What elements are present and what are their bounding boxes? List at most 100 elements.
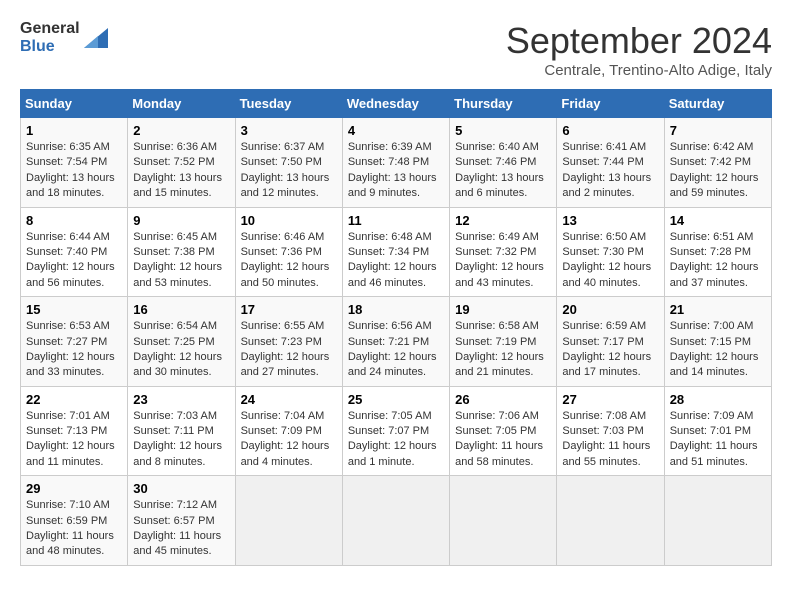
calendar-cell: 19 Sunrise: 6:58 AM Sunset: 7:19 PM Dayli… [450, 297, 557, 387]
day-detail: Sunrise: 6:49 AM Sunset: 7:32 PM Dayligh… [455, 230, 551, 292]
day-detail: Sunrise: 6:35 AM Sunset: 7:54 PM Dayligh… [26, 140, 122, 202]
day-detail: Sunrise: 6:37 AM Sunset: 7:50 PM Dayligh… [241, 140, 337, 202]
calendar-cell [664, 476, 771, 566]
day-detail: Sunrise: 7:08 AM Sunset: 7:03 PM Dayligh… [562, 409, 658, 471]
day-detail: Sunrise: 6:45 AM Sunset: 7:38 PM Dayligh… [133, 230, 229, 292]
page-header: General Blue September 2024 Centrale, Tr… [20, 20, 772, 79]
calendar-cell: 20 Sunrise: 6:59 AM Sunset: 7:17 PM Dayli… [557, 297, 664, 387]
calendar-cell [557, 476, 664, 566]
day-detail: Sunrise: 7:12 AM Sunset: 6:57 PM Dayligh… [133, 498, 229, 560]
day-number: 11 [348, 213, 444, 228]
day-number: 16 [133, 302, 229, 317]
day-number: 30 [133, 481, 229, 496]
day-number: 7 [670, 123, 766, 138]
day-detail: Sunrise: 7:03 AM Sunset: 7:11 PM Dayligh… [133, 409, 229, 471]
day-detail: Sunrise: 6:36 AM Sunset: 7:52 PM Dayligh… [133, 140, 229, 202]
calendar-cell: 23 Sunrise: 7:03 AM Sunset: 7:11 PM Dayli… [128, 386, 235, 476]
column-header-wednesday: Wednesday [342, 90, 449, 118]
day-number: 27 [562, 392, 658, 407]
day-number: 23 [133, 392, 229, 407]
calendar-cell: 22 Sunrise: 7:01 AM Sunset: 7:13 PM Dayli… [21, 386, 128, 476]
calendar-cell [235, 476, 342, 566]
title-area: September 2024 Centrale, Trentino-Alto A… [506, 20, 772, 79]
day-detail: Sunrise: 6:48 AM Sunset: 7:34 PM Dayligh… [348, 230, 444, 292]
calendar-cell: 16 Sunrise: 6:54 AM Sunset: 7:25 PM Dayli… [128, 297, 235, 387]
column-header-friday: Friday [557, 90, 664, 118]
calendar-cell: 17 Sunrise: 6:55 AM Sunset: 7:23 PM Dayli… [235, 297, 342, 387]
day-detail: Sunrise: 7:10 AM Sunset: 6:59 PM Dayligh… [26, 498, 122, 560]
calendar-cell: 9 Sunrise: 6:45 AM Sunset: 7:38 PM Daylig… [128, 207, 235, 297]
day-detail: Sunrise: 6:44 AM Sunset: 7:40 PM Dayligh… [26, 230, 122, 292]
calendar-cell [450, 476, 557, 566]
day-number: 19 [455, 302, 551, 317]
calendar-table: SundayMondayTuesdayWednesdayThursdayFrid… [20, 89, 772, 566]
calendar-cell: 6 Sunrise: 6:41 AM Sunset: 7:44 PM Daylig… [557, 118, 664, 208]
day-detail: Sunrise: 6:59 AM Sunset: 7:17 PM Dayligh… [562, 319, 658, 381]
calendar-cell: 11 Sunrise: 6:48 AM Sunset: 7:34 PM Dayli… [342, 207, 449, 297]
day-detail: Sunrise: 7:09 AM Sunset: 7:01 PM Dayligh… [670, 409, 766, 471]
calendar-cell: 27 Sunrise: 7:08 AM Sunset: 7:03 PM Dayli… [557, 386, 664, 476]
day-detail: Sunrise: 6:40 AM Sunset: 7:46 PM Dayligh… [455, 140, 551, 202]
day-number: 12 [455, 213, 551, 228]
day-number: 9 [133, 213, 229, 228]
day-detail: Sunrise: 6:58 AM Sunset: 7:19 PM Dayligh… [455, 319, 551, 381]
column-header-sunday: Sunday [21, 90, 128, 118]
day-number: 2 [133, 123, 229, 138]
day-detail: Sunrise: 6:53 AM Sunset: 7:27 PM Dayligh… [26, 319, 122, 381]
day-detail: Sunrise: 7:01 AM Sunset: 7:13 PM Dayligh… [26, 409, 122, 471]
calendar-cell: 5 Sunrise: 6:40 AM Sunset: 7:46 PM Daylig… [450, 118, 557, 208]
day-number: 10 [241, 213, 337, 228]
calendar-cell: 21Sunrise: 7:00 AM Sunset: 7:15 PM Dayli… [664, 297, 771, 387]
day-detail: Sunrise: 7:00 AM Sunset: 7:15 PM Dayligh… [670, 319, 766, 381]
day-number: 3 [241, 123, 337, 138]
day-number: 24 [241, 392, 337, 407]
day-number: 14 [670, 213, 766, 228]
day-number: 20 [562, 302, 658, 317]
column-header-saturday: Saturday [664, 90, 771, 118]
calendar-cell: 29 Sunrise: 7:10 AM Sunset: 6:59 PM Dayli… [21, 476, 128, 566]
calendar-cell: 14 Sunrise: 6:51 AM Sunset: 7:28 PM Dayli… [664, 207, 771, 297]
day-detail: Sunrise: 6:55 AM Sunset: 7:23 PM Dayligh… [241, 319, 337, 381]
day-number: 28 [670, 392, 766, 407]
calendar-cell: 10 Sunrise: 6:46 AM Sunset: 7:36 PM Dayli… [235, 207, 342, 297]
calendar-cell: 24Sunrise: 7:04 AM Sunset: 7:09 PM Dayli… [235, 386, 342, 476]
day-number: 8 [26, 213, 122, 228]
day-detail: Sunrise: 6:39 AM Sunset: 7:48 PM Dayligh… [348, 140, 444, 202]
calendar-cell: 1 Sunrise: 6:35 AM Sunset: 7:54 PM Daylig… [21, 118, 128, 208]
day-number: 29 [26, 481, 122, 496]
column-header-tuesday: Tuesday [235, 90, 342, 118]
logo: General Blue [20, 20, 108, 55]
day-number: 22 [26, 392, 122, 407]
calendar-cell: 4 Sunrise: 6:39 AM Sunset: 7:48 PM Daylig… [342, 118, 449, 208]
month-title: September 2024 [506, 20, 772, 62]
day-number: 5 [455, 123, 551, 138]
day-detail: Sunrise: 6:56 AM Sunset: 7:21 PM Dayligh… [348, 319, 444, 381]
day-detail: Sunrise: 6:54 AM Sunset: 7:25 PM Dayligh… [133, 319, 229, 381]
calendar-cell: 30 Sunrise: 7:12 AM Sunset: 6:57 PM Dayli… [128, 476, 235, 566]
day-number: 6 [562, 123, 658, 138]
calendar-cell: 28 Sunrise: 7:09 AM Sunset: 7:01 PM Dayli… [664, 386, 771, 476]
logo-text: General Blue [20, 20, 80, 55]
day-detail: Sunrise: 6:51 AM Sunset: 7:28 PM Dayligh… [670, 230, 766, 292]
calendar-cell: 7 Sunrise: 6:42 AM Sunset: 7:42 PM Daylig… [664, 118, 771, 208]
calendar-cell: 3 Sunrise: 6:37 AM Sunset: 7:50 PM Daylig… [235, 118, 342, 208]
logo-arrow-icon [84, 28, 108, 48]
day-detail: Sunrise: 7:06 AM Sunset: 7:05 PM Dayligh… [455, 409, 551, 471]
day-number: 17 [241, 302, 337, 317]
day-number: 25 [348, 392, 444, 407]
day-detail: Sunrise: 6:41 AM Sunset: 7:44 PM Dayligh… [562, 140, 658, 202]
day-number: 1 [26, 123, 122, 138]
day-number: 13 [562, 213, 658, 228]
calendar-cell [342, 476, 449, 566]
calendar-cell: 25 Sunrise: 7:05 AM Sunset: 7:07 PM Dayli… [342, 386, 449, 476]
day-number: 4 [348, 123, 444, 138]
calendar-cell: 12 Sunrise: 6:49 AM Sunset: 7:32 PM Dayli… [450, 207, 557, 297]
day-detail: Sunrise: 6:42 AM Sunset: 7:42 PM Dayligh… [670, 140, 766, 202]
calendar-cell: 26 Sunrise: 7:06 AM Sunset: 7:05 PM Dayli… [450, 386, 557, 476]
column-header-monday: Monday [128, 90, 235, 118]
location-subtitle: Centrale, Trentino-Alto Adige, Italy [506, 62, 772, 79]
day-detail: Sunrise: 7:05 AM Sunset: 7:07 PM Dayligh… [348, 409, 444, 471]
calendar-cell: 18Sunrise: 6:56 AM Sunset: 7:21 PM Dayli… [342, 297, 449, 387]
day-detail: Sunrise: 6:46 AM Sunset: 7:36 PM Dayligh… [241, 230, 337, 292]
day-number: 26 [455, 392, 551, 407]
